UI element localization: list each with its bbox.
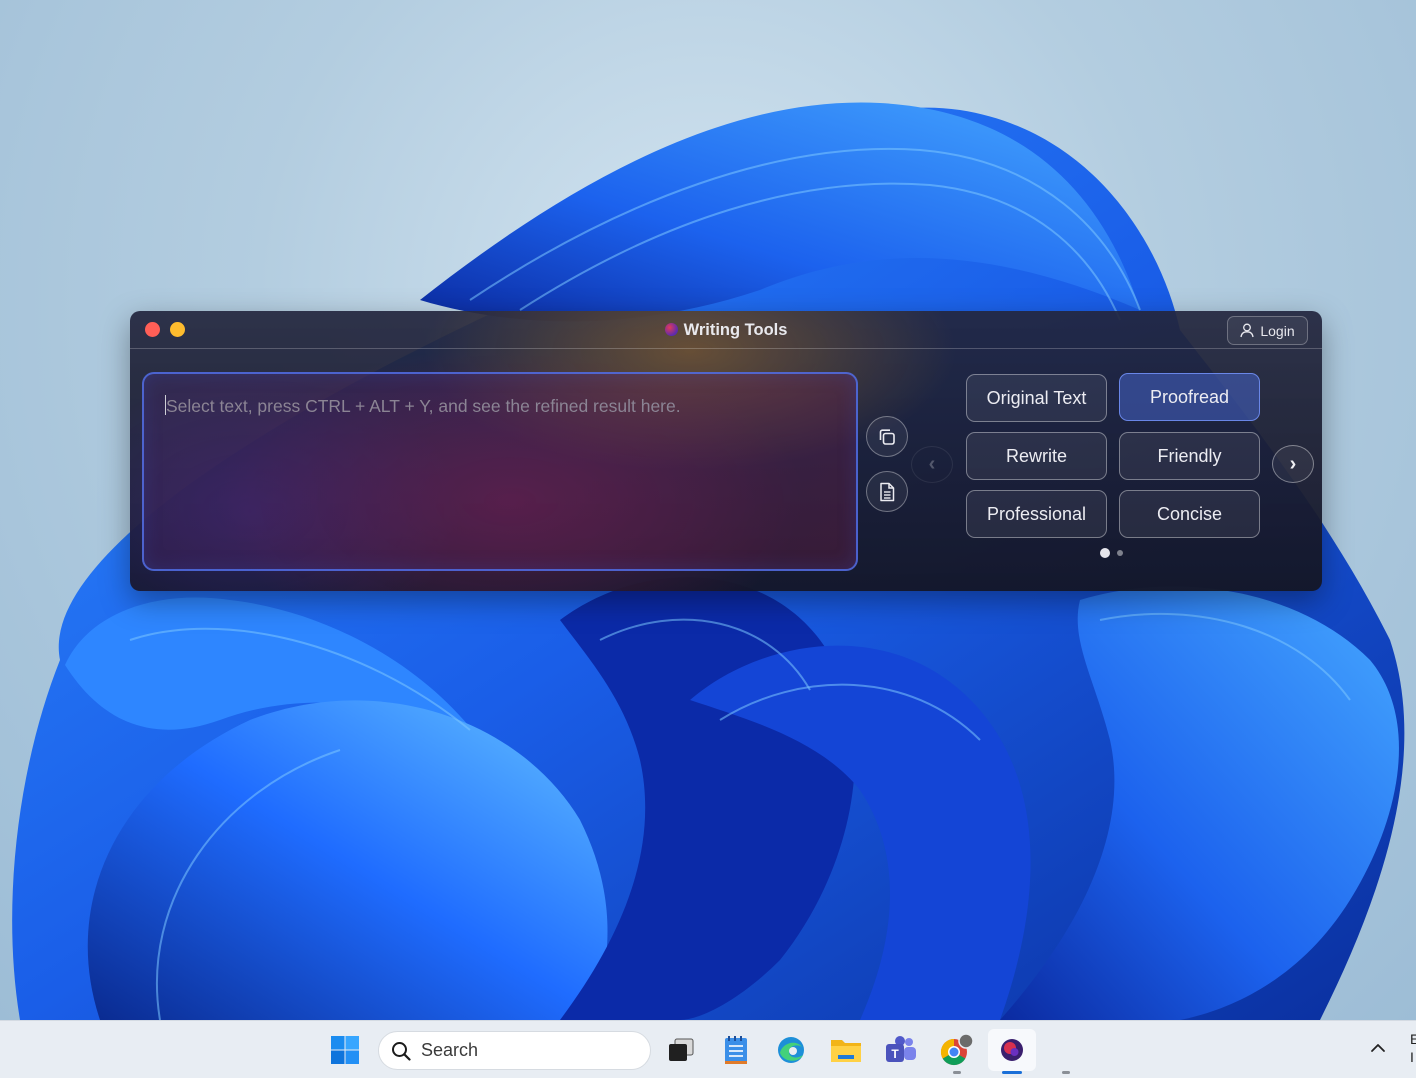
start-button[interactable] [324, 1029, 366, 1071]
task-view-icon [667, 1037, 695, 1063]
friendly-button[interactable]: Friendly [1119, 432, 1260, 480]
taskbar: Search T [0, 1020, 1416, 1078]
login-button[interactable]: Login [1227, 316, 1308, 345]
title-group: Writing Tools [130, 321, 1322, 340]
chrome-icon [938, 1033, 974, 1067]
original-text-button[interactable]: Original Text [966, 374, 1107, 422]
professional-button[interactable]: Professional [966, 490, 1107, 538]
notepad-button[interactable] [715, 1029, 757, 1071]
writing-tools-window: Writing Tools Login Select text, press C… [130, 311, 1322, 591]
page-indicator-dot[interactable] [1117, 550, 1123, 556]
tray-clock-fragment[interactable]: E I [1410, 1030, 1416, 1066]
windows-start-icon [330, 1035, 360, 1065]
document-icon [878, 482, 896, 502]
login-label: Login [1260, 323, 1294, 339]
writing-tools-active-indicator [1002, 1071, 1022, 1074]
edge-button[interactable] [770, 1029, 812, 1071]
text-input-area[interactable]: Select text, press CTRL + ALT + Y, and s… [142, 372, 858, 571]
chrome-running-indicator [953, 1071, 961, 1074]
file-explorer-icon [830, 1036, 862, 1064]
teams-button[interactable]: T [880, 1029, 922, 1071]
user-icon [1240, 323, 1254, 338]
writing-tools-icon [999, 1037, 1025, 1063]
window-title: Writing Tools [684, 321, 788, 339]
search-icon [391, 1041, 411, 1061]
chrome-button[interactable] [935, 1029, 977, 1071]
concise-button[interactable]: Concise [1119, 490, 1260, 538]
paste-document-button[interactable] [866, 471, 908, 512]
app-logo-icon [665, 323, 678, 336]
edge-icon [776, 1035, 806, 1065]
writing-tools-taskbar-button[interactable] [988, 1029, 1036, 1071]
search-label: Search [421, 1040, 478, 1061]
notepad-icon [723, 1035, 749, 1065]
copy-icon [877, 427, 897, 447]
proofread-button[interactable]: Proofread [1119, 373, 1260, 421]
copy-button[interactable] [866, 416, 908, 457]
task-view-button[interactable] [660, 1029, 702, 1071]
next-page-button[interactable]: › [1272, 445, 1314, 483]
file-explorer-button[interactable] [825, 1029, 867, 1071]
svg-text:T: T [891, 1047, 899, 1061]
page-indicator-dot-active[interactable] [1100, 548, 1110, 558]
rewrite-button[interactable]: Rewrite [966, 432, 1107, 480]
taskbar-search-box[interactable]: Search [378, 1031, 651, 1070]
running-indicator [1062, 1071, 1070, 1074]
text-placeholder: Select text, press CTRL + ALT + Y, and s… [166, 396, 681, 417]
title-bar[interactable]: Writing Tools Login [130, 311, 1322, 349]
tray-overflow-chevron-icon[interactable] [1368, 1038, 1388, 1058]
teams-icon: T [885, 1035, 917, 1065]
previous-page-button[interactable]: ‹ [911, 446, 953, 483]
